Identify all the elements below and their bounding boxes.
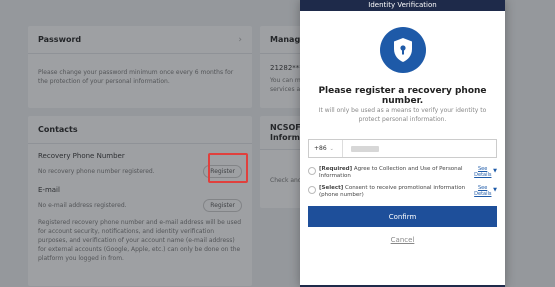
shield-lock-icon [380,27,426,73]
modal-header: Identity Verification [300,0,505,11]
modal-title: Please register a recovery phone number. [318,86,487,106]
caret-down-icon[interactable]: ▼ [493,168,497,175]
consent-required-checkbox[interactable] [308,167,316,175]
country-code-select[interactable]: +86 ⌄ [309,140,343,157]
consent-required-text: [Required] Agree to Collection and Use o… [319,166,474,180]
consent-optional-row[interactable]: [Select] Consent to receive promotional … [308,185,497,199]
country-code-value: +86 [314,145,327,152]
consent-required-tag: [Required] [319,166,353,172]
consent-optional-tag: [Select] [319,185,344,191]
phone-input-row: +86 ⌄ [308,139,497,158]
see-details-link-1[interactable]: See Details [474,166,491,178]
confirm-button[interactable]: Confirm [308,206,497,227]
register-highlight-box [208,153,248,183]
see-details-link-2[interactable]: See Details [474,185,491,197]
cancel-link[interactable]: Cancel [300,236,505,244]
caret-down-icon[interactable]: ▼ [493,187,497,194]
consent-optional-text: [Select] Consent to receive promotional … [319,185,474,199]
consent-optional-checkbox[interactable] [308,186,316,194]
phone-number-input[interactable] [343,140,496,157]
modal-description: It will only be used as a means to verif… [318,107,487,123]
identity-verification-modal: Identity Verification Please register a … [300,0,505,287]
redacted-phone [351,145,379,152]
consent-required-row[interactable]: [Required] Agree to Collection and Use o… [308,166,497,180]
chevron-down-icon: ⌄ [329,145,334,152]
